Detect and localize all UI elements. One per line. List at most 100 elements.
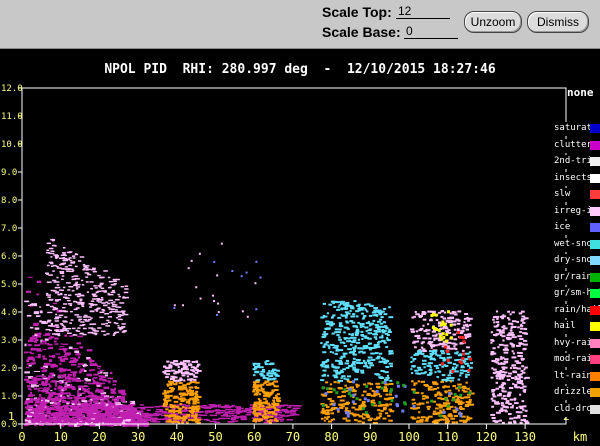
echo-cell xyxy=(413,382,418,385)
echo-cell xyxy=(27,276,33,278)
x-tick-label: 60 xyxy=(247,430,261,444)
echo-cell xyxy=(367,332,373,335)
echo-cell xyxy=(355,370,360,373)
echo-cell xyxy=(91,293,97,295)
echo-cell xyxy=(53,403,58,405)
echo-cell xyxy=(61,324,65,327)
echo-cell xyxy=(360,330,364,333)
echo-cell xyxy=(88,395,93,398)
echo-cell xyxy=(438,334,442,338)
unzoom-button[interactable]: Unzoom xyxy=(464,11,522,33)
echo-cell xyxy=(108,408,112,410)
echo-cell xyxy=(65,268,70,271)
echo-cell xyxy=(430,341,434,344)
echo-cell xyxy=(115,322,119,325)
echo-cell xyxy=(264,393,268,396)
echo-cell xyxy=(355,341,361,344)
echo-cell xyxy=(66,282,71,284)
echo-cell xyxy=(466,346,470,349)
echo-cell xyxy=(56,326,60,328)
echo-cell xyxy=(46,249,50,252)
echo-cell xyxy=(59,271,65,273)
echo-cell xyxy=(109,371,113,375)
echo-cell xyxy=(169,404,173,407)
echo-cell xyxy=(50,404,55,407)
echo-cell xyxy=(322,351,327,354)
echo-cell xyxy=(179,402,183,405)
echo-cell xyxy=(421,397,426,400)
echo-cell xyxy=(128,416,135,419)
echo-cell xyxy=(66,327,72,330)
echo-cell xyxy=(87,382,94,385)
echo-cell xyxy=(436,383,439,386)
echo-cell xyxy=(434,393,439,396)
echo-cell xyxy=(420,380,426,383)
echo-cell xyxy=(377,327,380,330)
echo-cell xyxy=(45,391,51,394)
echo-cell xyxy=(66,380,72,383)
echo-cell xyxy=(336,407,340,411)
echo-cell xyxy=(386,374,390,377)
echo-cell xyxy=(502,325,506,328)
echo-cell xyxy=(352,360,357,363)
echo-cell xyxy=(459,374,462,377)
echo-cell xyxy=(67,373,72,376)
echo-cell xyxy=(173,400,179,403)
echo-cell xyxy=(71,255,76,257)
legend-item: drizzle xyxy=(554,386,600,400)
echo-cell xyxy=(367,329,372,332)
echo-cell xyxy=(367,342,371,345)
echo-cell xyxy=(293,405,302,407)
echo-cell xyxy=(511,345,515,348)
echo-cell xyxy=(385,412,389,415)
echo-cell xyxy=(73,300,77,303)
echo-cell xyxy=(52,252,55,255)
echo-cell xyxy=(112,380,117,383)
echo-cell xyxy=(117,318,123,321)
echo-cell xyxy=(54,385,58,387)
legend-item: 2nd-trip xyxy=(554,155,600,169)
echo-cell xyxy=(465,381,468,384)
echo-cell xyxy=(468,317,473,320)
echo-cell xyxy=(90,317,93,319)
dismiss-button[interactable]: Dismiss xyxy=(527,11,589,33)
echo-cell xyxy=(85,269,89,271)
echo-cell xyxy=(90,287,93,290)
echo-cell xyxy=(66,395,70,397)
echo-cell xyxy=(469,362,474,365)
echo-cell xyxy=(185,393,189,396)
echo-cell xyxy=(166,383,171,386)
scale-base-input[interactable] xyxy=(404,24,458,39)
echo-cell xyxy=(350,315,356,318)
echo-cell xyxy=(178,409,181,412)
echo-cell xyxy=(93,285,97,287)
echo-cell xyxy=(75,329,79,332)
echo-cell xyxy=(380,386,384,390)
echo-cell xyxy=(62,327,67,330)
echo-cell xyxy=(71,380,78,382)
echo-cell xyxy=(467,368,471,372)
scale-top-input[interactable] xyxy=(396,4,450,19)
echo-cell xyxy=(351,333,354,336)
echo-cell xyxy=(185,404,190,407)
echo-cell xyxy=(440,337,444,341)
echo-cell xyxy=(50,336,54,339)
echo-cell xyxy=(361,407,365,411)
echo-cell xyxy=(365,310,369,313)
echo-cell xyxy=(462,340,466,344)
echo-cell xyxy=(84,267,89,269)
echo-cell xyxy=(523,332,528,335)
echo-cell xyxy=(522,408,525,411)
echo-cell xyxy=(224,411,230,413)
echo-cell xyxy=(110,310,115,313)
echo-cell xyxy=(383,325,388,328)
echo-cell xyxy=(196,401,200,404)
echo-cell xyxy=(107,292,110,295)
echo-cell xyxy=(73,275,79,277)
echo-cell xyxy=(496,317,499,320)
echo-cell xyxy=(360,415,364,418)
echo-cell xyxy=(341,395,346,398)
echo-cell xyxy=(195,369,199,372)
echo-cell xyxy=(175,363,180,366)
echo-cell xyxy=(54,329,59,332)
